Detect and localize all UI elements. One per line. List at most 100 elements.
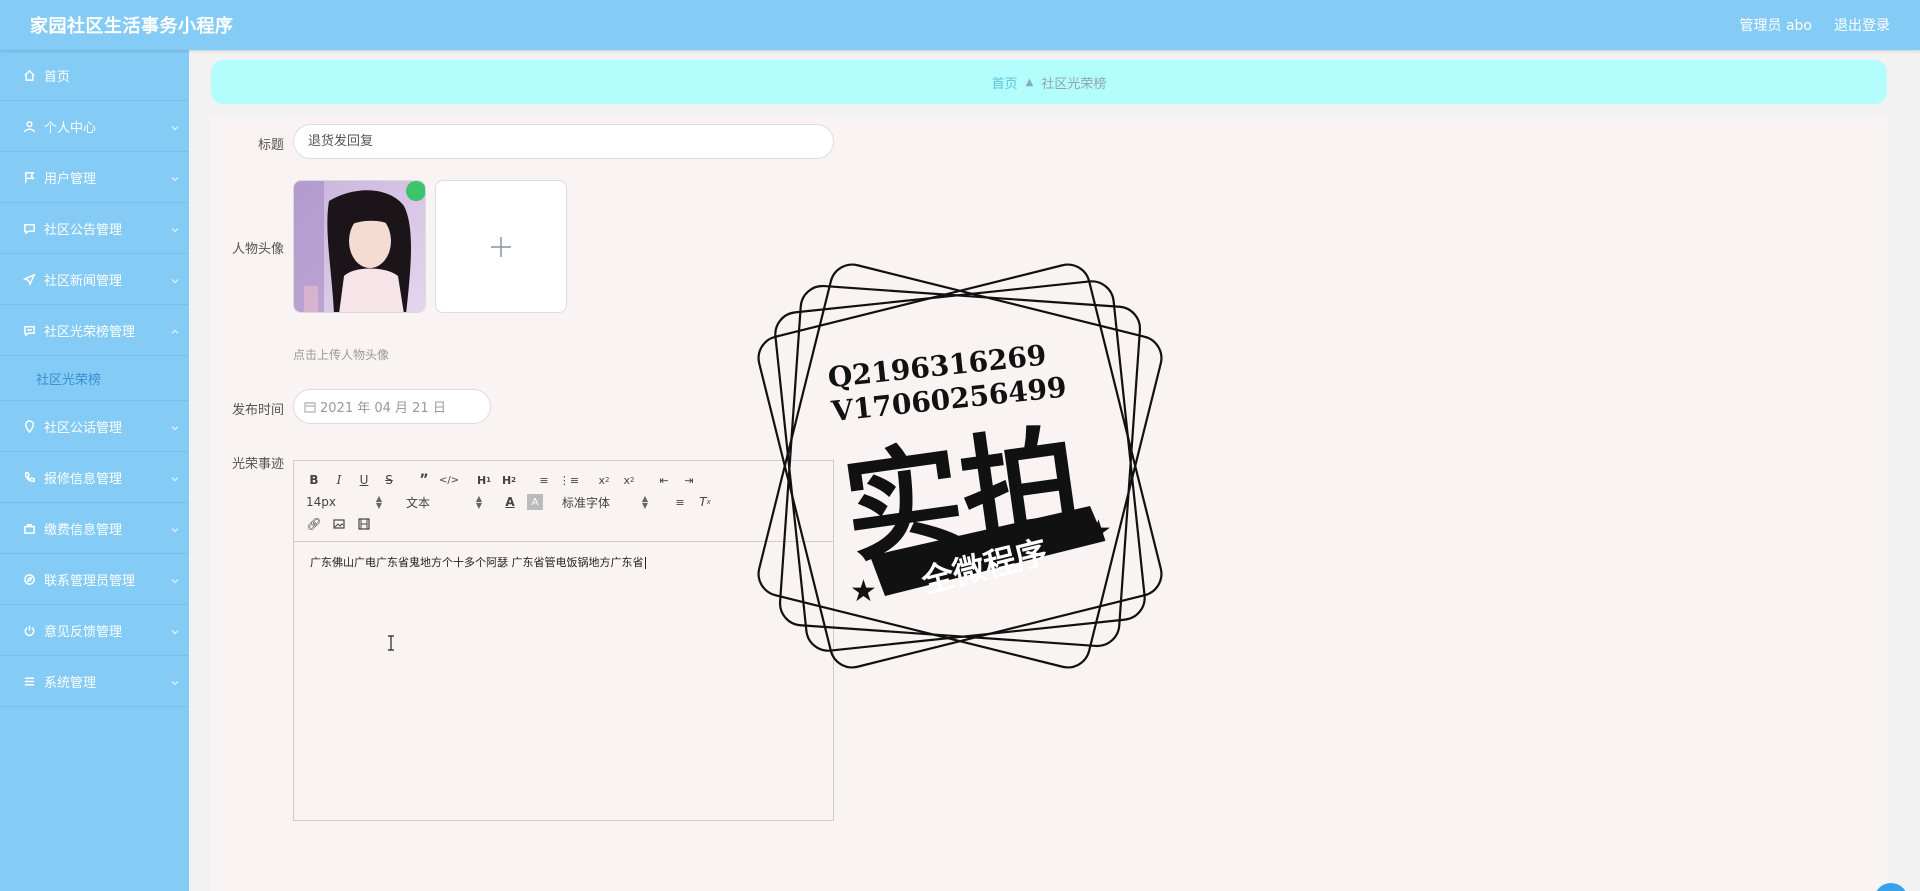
publish-date-picker[interactable]: 2021 年 04 月 21 日 xyxy=(293,389,491,424)
text-cursor-icon xyxy=(388,635,394,651)
background-color-button[interactable]: A xyxy=(527,494,543,510)
avatar-upload-button[interactable] xyxy=(435,180,567,313)
align-icon[interactable]: ≡ xyxy=(672,494,688,510)
sidebar-item-label: 系统管理 xyxy=(44,675,97,691)
font-family-value: 标准字体 xyxy=(562,495,611,510)
sidebar-item-label: 意见反馈管理 xyxy=(44,624,123,640)
sidebar-item-label: 报修信息管理 xyxy=(44,471,123,487)
font-size-select[interactable]: 14px ▲ ▼ xyxy=(306,494,382,510)
font-color-button[interactable]: A xyxy=(502,494,518,510)
sidebar-item-label: 社区光荣榜管理 xyxy=(44,324,136,340)
clear-format-icon[interactable]: Tx xyxy=(697,494,713,510)
briefcase-icon xyxy=(22,521,36,535)
content-label: 光荣事迹 xyxy=(231,457,284,472)
message-icon xyxy=(22,323,36,337)
header-actions: 管理员 abo 退出登录 xyxy=(1740,15,1890,35)
image-icon[interactable] xyxy=(331,516,347,532)
send-icon xyxy=(22,272,36,286)
chevron-down-icon xyxy=(171,574,179,584)
video-icon[interactable] xyxy=(356,516,372,532)
chevron-down-icon xyxy=(171,625,179,635)
font-family-select[interactable]: 标准字体 ▲ ▼ xyxy=(562,494,648,511)
editor-content-area[interactable]: 广东佛山广电广东省鬼地方个十多个阿瑟 广东省管电饭锅地方广东省 xyxy=(294,542,833,582)
block-type-select[interactable]: 文本 ▲ ▼ xyxy=(406,494,482,511)
link-icon[interactable]: 🔗︎ xyxy=(306,516,322,532)
home-icon xyxy=(22,68,36,82)
sidebar-item-contact-admin[interactable]: 联系管理员管理 xyxy=(0,554,189,605)
upload-hint: 点击上传人物头像 xyxy=(293,348,390,362)
breadcrumb-current: 社区光荣榜 xyxy=(1041,76,1107,92)
blockquote-icon[interactable]: ” xyxy=(416,472,432,488)
rich-text-editor: B I U S ” </> H1 H2 ≡ ⋮≡ x2 x2 ⇤ ⇥ 14px ▲… xyxy=(293,460,834,821)
breadcrumb-home-link[interactable]: 首页 xyxy=(992,73,1018,92)
editor-text: 广东佛山广电广东省鬼地方个十多个阿瑟 广东省管电饭锅地方广东省 xyxy=(310,556,644,569)
compass-icon xyxy=(22,572,36,586)
strike-button[interactable]: S xyxy=(381,472,397,488)
sidebar-item-label: 社区公告管理 xyxy=(44,222,123,238)
sidebar-item-system[interactable]: 系统管理 xyxy=(0,656,189,707)
avatar-label: 人物头像 xyxy=(231,242,284,257)
avatar-image[interactable] xyxy=(293,180,426,313)
bold-button[interactable]: B xyxy=(306,472,322,488)
sidebar-item-notices[interactable]: 社区公告管理 xyxy=(0,203,189,254)
sidebar-item-label: 首页 xyxy=(44,69,71,85)
sidebar-item-repair[interactable]: 报修信息管理 xyxy=(0,452,189,503)
subscript-button[interactable]: x2 xyxy=(596,472,612,488)
sidebar-item-label: 联系管理员管理 xyxy=(44,573,136,589)
user-icon xyxy=(22,119,36,133)
chevron-down-icon xyxy=(171,274,179,284)
flag-icon xyxy=(22,170,36,184)
sidebar-item-profile[interactable]: 个人中心 xyxy=(0,101,189,152)
sidebar-item-label: 缴费信息管理 xyxy=(44,522,123,538)
sidebar-item-news[interactable]: 社区新闻管理 xyxy=(0,254,189,305)
portrait-image xyxy=(294,181,425,312)
select-arrows-icon: ▲ ▼ xyxy=(375,494,382,510)
chat-icon xyxy=(22,221,36,235)
chevron-down-icon xyxy=(171,472,179,482)
top-header: 家园社区生活事务小程序 管理员 abo 退出登录 xyxy=(0,0,1920,50)
bullet-list-icon[interactable]: ⋮≡ xyxy=(559,472,579,488)
sidebar-item-users[interactable]: 用户管理 xyxy=(0,152,189,203)
phone-icon xyxy=(22,470,36,484)
sidebar-item-home[interactable]: 首页 xyxy=(0,50,189,101)
indent-icon[interactable]: ⇥ xyxy=(681,472,697,488)
plus-icon xyxy=(491,236,511,257)
sidebar-subitem-honor-list[interactable]: 社区光荣榜 xyxy=(0,356,189,401)
outdent-icon[interactable]: ⇤ xyxy=(656,472,672,488)
chevron-down-icon xyxy=(171,421,179,431)
chevron-up-icon xyxy=(171,325,179,334)
sidebar-item-label: 个人中心 xyxy=(44,120,97,136)
logout-button[interactable]: 退出登录 xyxy=(1834,15,1890,35)
font-size-value: 14px xyxy=(306,495,336,509)
italic-button[interactable]: I xyxy=(331,472,347,488)
superscript-button[interactable]: x2 xyxy=(621,472,637,488)
sidebar-item-label: 用户管理 xyxy=(44,171,97,187)
breadcrumb: 首页 ▲ 社区光荣榜 xyxy=(211,60,1887,104)
heading-2-button[interactable]: H2 xyxy=(501,472,517,488)
sidebar-item-public-phone[interactable]: 社区公话管理 xyxy=(0,401,189,452)
title-label: 标题 xyxy=(257,138,284,153)
calendar-icon xyxy=(304,401,316,413)
power-icon xyxy=(22,623,36,637)
select-arrows-icon: ▲ ▼ xyxy=(641,494,648,510)
breadcrumb-separator-icon: ▲ xyxy=(1025,76,1034,88)
heading-1-button[interactable]: H1 xyxy=(476,472,492,488)
sidebar-item-honor[interactable]: 社区光荣榜管理 xyxy=(0,305,189,356)
sidebar-item-payments[interactable]: 缴费信息管理 xyxy=(0,503,189,554)
chevron-down-icon xyxy=(171,523,179,533)
chevron-down-icon xyxy=(171,121,179,131)
publish-time-label: 发布时间 xyxy=(231,403,284,418)
code-block-icon[interactable]: </> xyxy=(439,472,459,488)
sidebar-item-feedback[interactable]: 意见反馈管理 xyxy=(0,605,189,656)
chevron-down-icon xyxy=(171,676,179,686)
user-label[interactable]: 管理员 abo xyxy=(1740,15,1812,35)
sidebar-item-label: 社区公话管理 xyxy=(44,420,123,436)
location-icon xyxy=(22,419,36,433)
editor-toolbar: B I U S ” </> H1 H2 ≡ ⋮≡ x2 x2 ⇤ ⇥ 14px ▲… xyxy=(294,461,833,542)
underline-button[interactable]: U xyxy=(356,472,372,488)
title-input[interactable]: 退货发回复 xyxy=(293,124,834,159)
sidebar: 首页 个人中心 用户管理 社区公告管理 社区新闻管理 社区光荣榜管理 社区光荣榜… xyxy=(0,50,189,891)
ordered-list-icon[interactable]: ≡ xyxy=(536,472,552,488)
publish-date-value: 2021 年 04 月 21 日 xyxy=(320,401,446,416)
block-type-value: 文本 xyxy=(406,495,431,510)
